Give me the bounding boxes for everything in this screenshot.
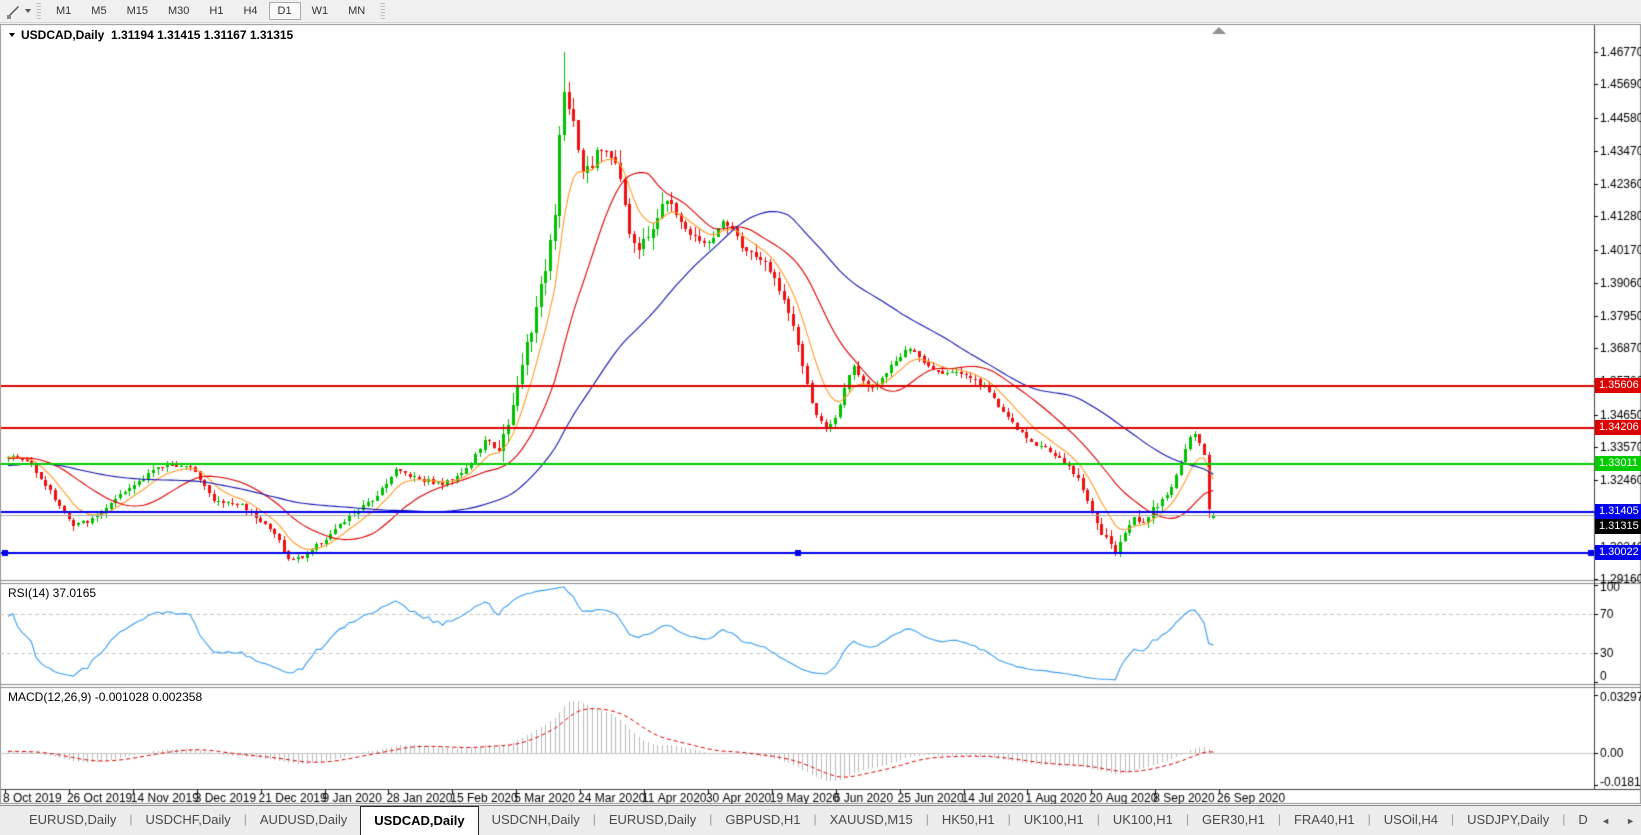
price-chart-canvas[interactable] bbox=[0, 24, 1641, 804]
rsi-indicator-label: RSI(14) 37.0165 bbox=[8, 586, 96, 600]
timeframe-button-h4[interactable]: H4 bbox=[234, 2, 266, 20]
top-toolbar: M1M5M15M30H1H4D1W1MN bbox=[0, 0, 1641, 23]
timeframe-button-m30[interactable]: M30 bbox=[159, 2, 198, 20]
timeframe-buttons: M1M5M15M30H1H4D1W1MN bbox=[46, 2, 375, 20]
timeframe-button-h1[interactable]: H1 bbox=[200, 2, 232, 20]
tab-fra40-h1[interactable]: FRA40,H1 bbox=[1281, 806, 1368, 835]
tab-usdjpy-daily[interactable]: USDJPY,Daily bbox=[1454, 806, 1562, 835]
price-line-tag: 1.34206 bbox=[1595, 420, 1641, 435]
line-tool-icon bbox=[6, 4, 21, 19]
tab-hk50-h1[interactable]: HK50,H1 bbox=[929, 806, 1008, 835]
timeframe-button-d1[interactable]: D1 bbox=[269, 2, 301, 20]
tab-strip: EURUSD,Daily|USDCHF,Daily|AUDUSD,DailyUS… bbox=[0, 806, 1588, 835]
tab-scroll-left-icon[interactable]: ◄ bbox=[1601, 816, 1610, 826]
tab-usdcnh-daily[interactable]: USDCNH,Daily bbox=[479, 806, 593, 835]
timeframe-button-m1[interactable]: M1 bbox=[47, 2, 80, 20]
line-tool-dropdown[interactable] bbox=[6, 4, 31, 19]
price-line-tag: 1.33011 bbox=[1595, 456, 1641, 471]
chart-window: USDCAD,Daily 1.31194 1.31415 1.31167 1.3… bbox=[0, 24, 1641, 804]
timeframe-button-mn[interactable]: MN bbox=[339, 2, 374, 20]
tab-eurusd-daily[interactable]: EURUSD,Daily bbox=[16, 806, 129, 835]
tab-dj30-daily[interactable]: DJ30,Daily bbox=[1565, 806, 1588, 835]
tab-uk100-h1[interactable]: UK100,H1 bbox=[1011, 806, 1097, 835]
timeframe-button-m5[interactable]: M5 bbox=[82, 2, 115, 20]
tab-scroll-arrows: ◄ ► bbox=[1601, 806, 1635, 835]
chevron-down-icon bbox=[25, 9, 31, 13]
tab-gbpusd-h1[interactable]: GBPUSD,H1 bbox=[712, 806, 813, 835]
macd-indicator-label: MACD(12,26,9) -0.001028 0.002358 bbox=[8, 690, 202, 704]
timeframe-button-m15[interactable]: M15 bbox=[118, 2, 157, 20]
tab-audusd-daily[interactable]: AUDUSD,Daily bbox=[247, 806, 360, 835]
chart-title: USDCAD,Daily 1.31194 1.31415 1.31167 1.3… bbox=[9, 28, 293, 42]
chart-tab-bar: EURUSD,Daily|USDCHF,Daily|AUDUSD,DailyUS… bbox=[0, 805, 1641, 835]
tab-uk100-h1[interactable]: UK100,H1 bbox=[1100, 806, 1186, 835]
timeframe-button-w1[interactable]: W1 bbox=[303, 2, 338, 20]
chart-symbol-label: USDCAD,Daily bbox=[21, 28, 104, 42]
price-line-tag: 1.35606 bbox=[1595, 378, 1641, 393]
tab-eurusd-daily[interactable]: EURUSD,Daily bbox=[596, 806, 709, 835]
toolbar-grip bbox=[380, 3, 385, 19]
collapse-indicator-icon[interactable] bbox=[9, 33, 15, 37]
tab-usoil-h4[interactable]: USOil,H4 bbox=[1371, 806, 1451, 835]
price-line-tag: 1.31315 bbox=[1595, 519, 1641, 534]
tab-ger30-h1[interactable]: GER30,H1 bbox=[1189, 806, 1278, 835]
price-line-tag: 1.30022 bbox=[1595, 545, 1641, 560]
price-line-tag: 1.31405 bbox=[1595, 504, 1641, 519]
tab-xauusd-m15[interactable]: XAUUSD,M15 bbox=[817, 806, 926, 835]
tab-scroll-right-icon[interactable]: ► bbox=[1626, 816, 1635, 826]
toolbar-grip bbox=[36, 3, 41, 19]
chart-ohlc-values: 1.31194 1.31415 1.31167 1.31315 bbox=[104, 28, 293, 42]
tab-usdcad-daily[interactable]: USDCAD,Daily bbox=[360, 806, 478, 835]
tab-usdchf-daily[interactable]: USDCHF,Daily bbox=[133, 806, 244, 835]
